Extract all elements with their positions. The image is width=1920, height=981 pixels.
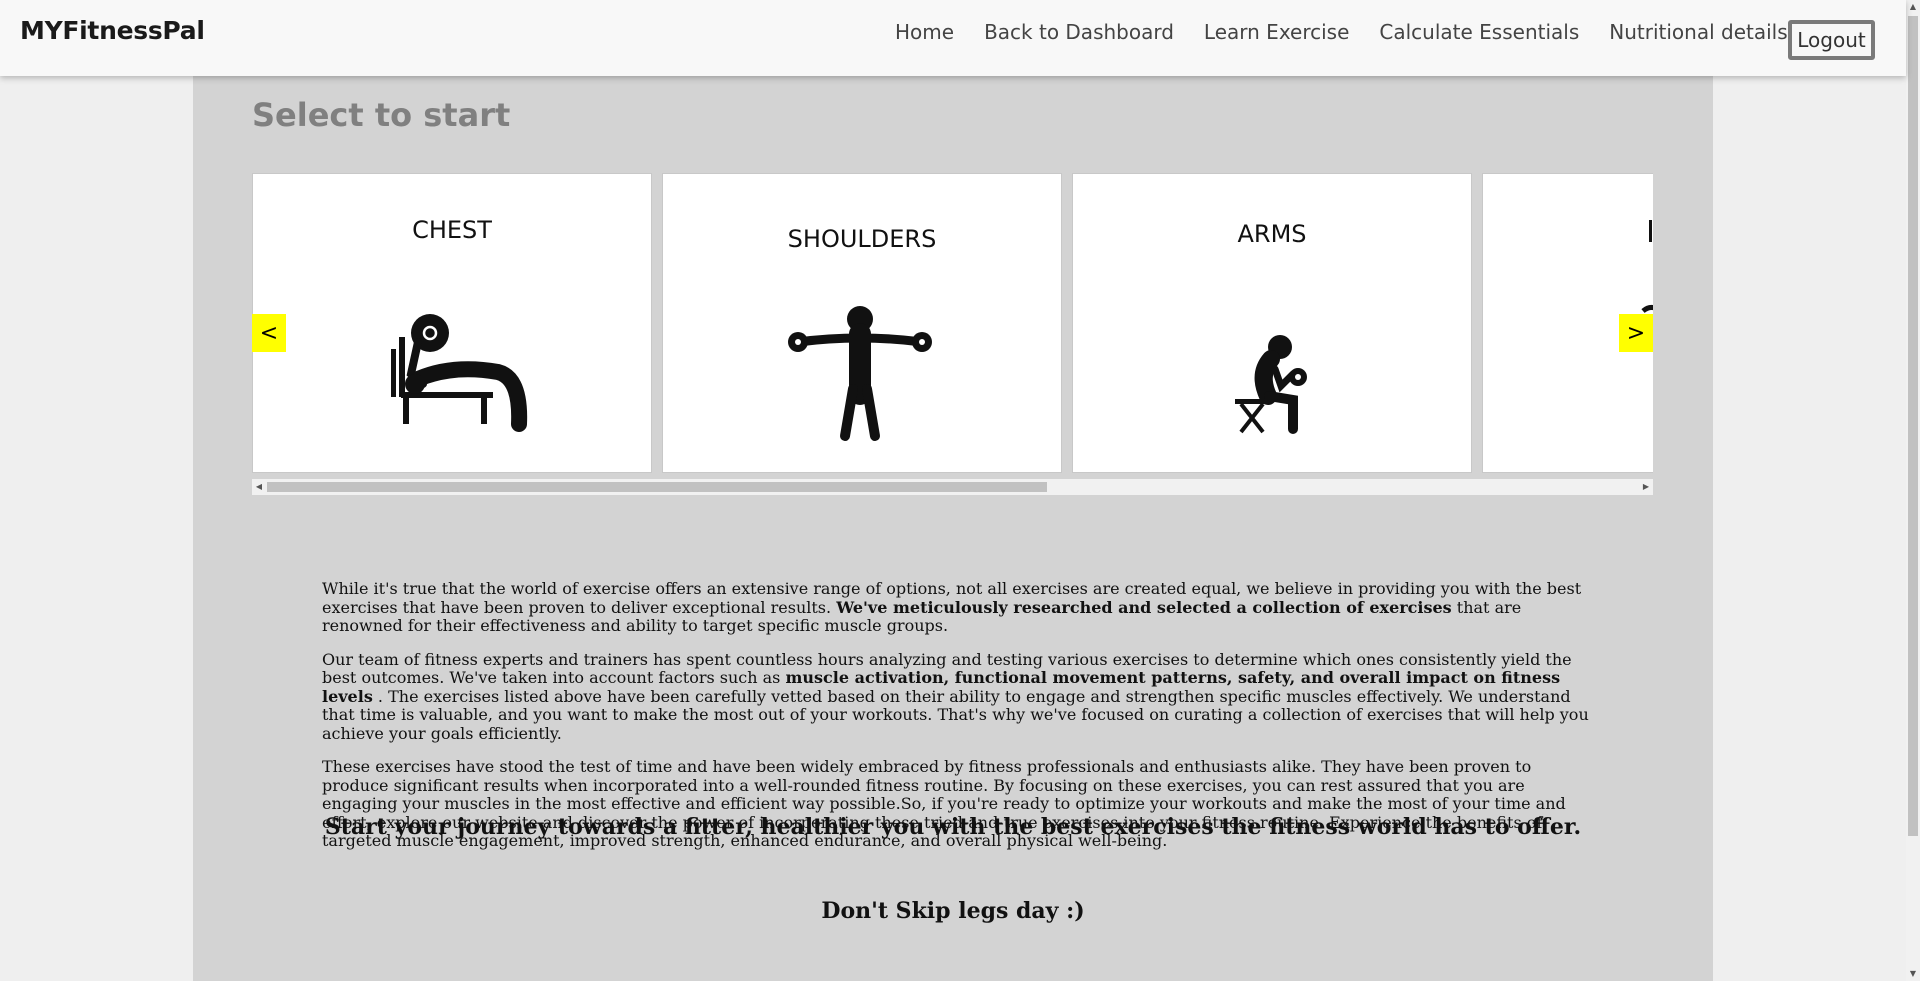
intro-paragraph-2: Our team of fitness experts and trainers… <box>322 650 1602 744</box>
brand-logo[interactable]: MYFitnessPal <box>20 16 205 45</box>
legs-day-heading: Don't Skip legs day :) <box>821 898 1085 924</box>
scroll-down-arrow-icon[interactable]: ▼ <box>1906 967 1920 981</box>
tagline-heading: Start your journey towards a fitter, hea… <box>324 814 1582 840</box>
card-shoulders[interactable]: SHOULDERS <box>662 173 1062 473</box>
intro-p1-bold: We've meticulously researched and select… <box>836 597 1452 617</box>
nav-link-home[interactable]: Home <box>895 20 954 44</box>
section-title: Select to start <box>252 96 511 134</box>
nav-link-nutritional-details[interactable]: Nutritional details <box>1609 20 1787 44</box>
nav-link-dashboard[interactable]: Back to Dashboard <box>984 20 1174 44</box>
carousel-next-button[interactable]: > <box>1619 314 1653 352</box>
card-chest[interactable]: CHEST <box>252 173 652 473</box>
intro-p2-text-c: . The exercises listed above have been c… <box>322 686 1589 743</box>
page-scrollbar[interactable]: ▲ ▼ <box>1906 0 1920 981</box>
scroll-left-arrow-icon[interactable]: ◀ <box>252 479 266 495</box>
exercise-carousel: CHEST SHOULDERS ARMS < > <box>252 173 1653 473</box>
nav-link-calculate-essentials[interactable]: Calculate Essentials <box>1379 20 1579 44</box>
seated-curl-icon <box>1235 335 1307 434</box>
scroll-up-arrow-icon[interactable]: ▲ <box>1906 0 1920 14</box>
page-scrollbar-thumb[interactable] <box>1908 16 1918 836</box>
nav-link-learn-exercise[interactable]: Learn Exercise <box>1204 20 1349 44</box>
lateral-raise-icon <box>788 306 932 441</box>
logout-button[interactable]: Logout <box>1788 20 1875 60</box>
top-navbar: MYFitnessPal Home Back to Dashboard Lear… <box>0 0 1906 76</box>
intro-paragraph-1: While it's true that the world of exerci… <box>322 579 1602 636</box>
carousel-scrollbar[interactable]: ◀ ▶ <box>252 479 1653 495</box>
carousel-prev-button[interactable]: < <box>252 314 286 352</box>
card-arms[interactable]: ARMS <box>1072 173 1472 473</box>
main-content: Select to start CHEST SHOULDERS ARMS < >… <box>193 0 1713 981</box>
nav-links: Home Back to Dashboard Learn Exercise Ca… <box>895 20 1788 44</box>
bench-press-icon <box>391 314 528 432</box>
scroll-right-arrow-icon[interactable]: ▶ <box>1639 479 1653 495</box>
carousel-scrollbar-thumb[interactable] <box>267 482 1047 492</box>
